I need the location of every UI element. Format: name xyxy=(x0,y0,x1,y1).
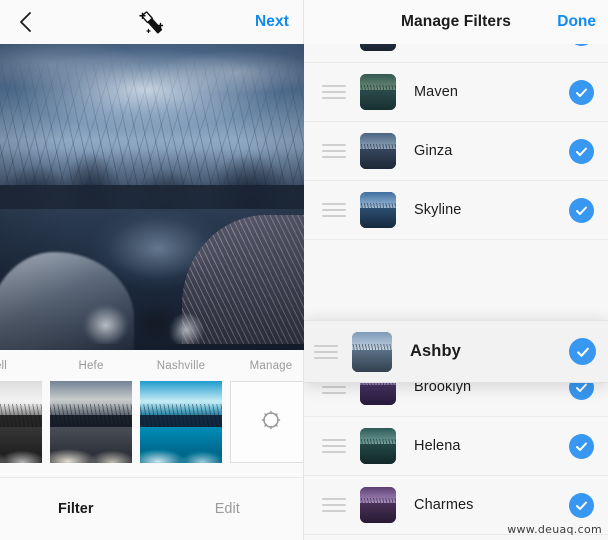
photo-preview[interactable] xyxy=(0,44,304,350)
done-button[interactable]: Done xyxy=(557,13,596,31)
table-row[interactable]: Skyline xyxy=(304,181,608,240)
check-circle-icon[interactable] xyxy=(569,433,594,459)
filter-name: Helena xyxy=(414,438,461,454)
filter-list[interactable]: Vesper Maven xyxy=(304,44,608,540)
filter-name: Ashby xyxy=(410,342,461,360)
manage-header: Manage Filters Done xyxy=(304,0,608,44)
filter-thumbnail xyxy=(360,192,396,228)
table-row[interactable]: Ginza xyxy=(304,122,608,181)
gear-icon xyxy=(257,406,285,439)
drag-handle-icon[interactable] xyxy=(322,203,346,217)
tab-filter[interactable]: Filter xyxy=(0,501,152,517)
filter-name: Maven xyxy=(414,84,459,100)
table-row[interactable]: Maven xyxy=(304,63,608,122)
manage-filters-button[interactable] xyxy=(230,381,303,463)
filter-thumbnail[interactable] xyxy=(140,381,222,463)
dual-screen-comparison: Next ell Hefe xyxy=(0,0,608,540)
editor-header: Next xyxy=(0,0,303,44)
filter-carousel[interactable]: ell Hefe Nashville xyxy=(0,350,303,477)
filter-thumbnail xyxy=(360,428,396,464)
filter-name: Charmes xyxy=(414,497,474,513)
filter-option-inkwell[interactable]: ell xyxy=(0,360,42,463)
drag-handle-icon[interactable] xyxy=(322,439,346,453)
filter-thumbnail[interactable] xyxy=(0,381,42,463)
filter-name: Ginza xyxy=(414,143,453,159)
manage-filters-screen: Manage Filters Done Vesper xyxy=(304,0,608,540)
drag-placeholder-gap xyxy=(304,240,608,299)
check-circle-icon[interactable] xyxy=(569,338,596,365)
check-circle-icon[interactable] xyxy=(569,79,594,105)
table-row[interactable]: Vesper xyxy=(304,44,608,63)
filter-name: Skyline xyxy=(414,202,462,218)
filter-option-label: Manage xyxy=(249,360,293,372)
magic-wand-icon[interactable] xyxy=(135,8,169,38)
filter-thumbnail xyxy=(360,74,396,110)
filter-thumbnail xyxy=(360,133,396,169)
photo-vignette xyxy=(0,44,304,350)
drag-handle-icon[interactable] xyxy=(322,85,346,99)
filter-thumbnail xyxy=(352,331,392,372)
check-circle-icon[interactable] xyxy=(569,138,594,164)
check-circle-icon[interactable] xyxy=(569,492,594,518)
drag-handle-icon[interactable] xyxy=(314,344,338,359)
filter-option-label: ell xyxy=(0,360,8,372)
chevron-left-icon[interactable] xyxy=(14,11,36,33)
drag-handle-icon[interactable] xyxy=(322,144,346,158)
page-title: Manage Filters xyxy=(401,13,511,30)
filter-option-label: Nashville xyxy=(156,360,206,372)
site-watermark: www.deuaq.com xyxy=(507,523,602,536)
tab-edit[interactable]: Edit xyxy=(152,501,304,517)
editor-bottom-tabs: Filter Edit xyxy=(0,477,303,540)
filter-option-hefe[interactable]: Hefe xyxy=(50,360,132,463)
dragging-row-ashby[interactable]: Ashby xyxy=(304,320,608,383)
filter-thumbnail xyxy=(360,487,396,523)
photo-editor-screen: Next ell Hefe xyxy=(0,0,304,540)
drag-handle-icon[interactable] xyxy=(322,498,346,512)
table-row[interactable]: Helena xyxy=(304,417,608,476)
filter-option-manage[interactable]: Manage xyxy=(230,360,303,463)
filter-option-label: Hefe xyxy=(78,360,104,372)
filter-thumbnail[interactable] xyxy=(50,381,132,463)
next-button[interactable]: Next xyxy=(255,13,289,31)
check-circle-icon[interactable] xyxy=(569,197,594,223)
check-circle-icon[interactable] xyxy=(569,44,594,46)
filter-option-nashville[interactable]: Nashville xyxy=(140,360,222,463)
filter-thumbnail xyxy=(360,44,396,51)
